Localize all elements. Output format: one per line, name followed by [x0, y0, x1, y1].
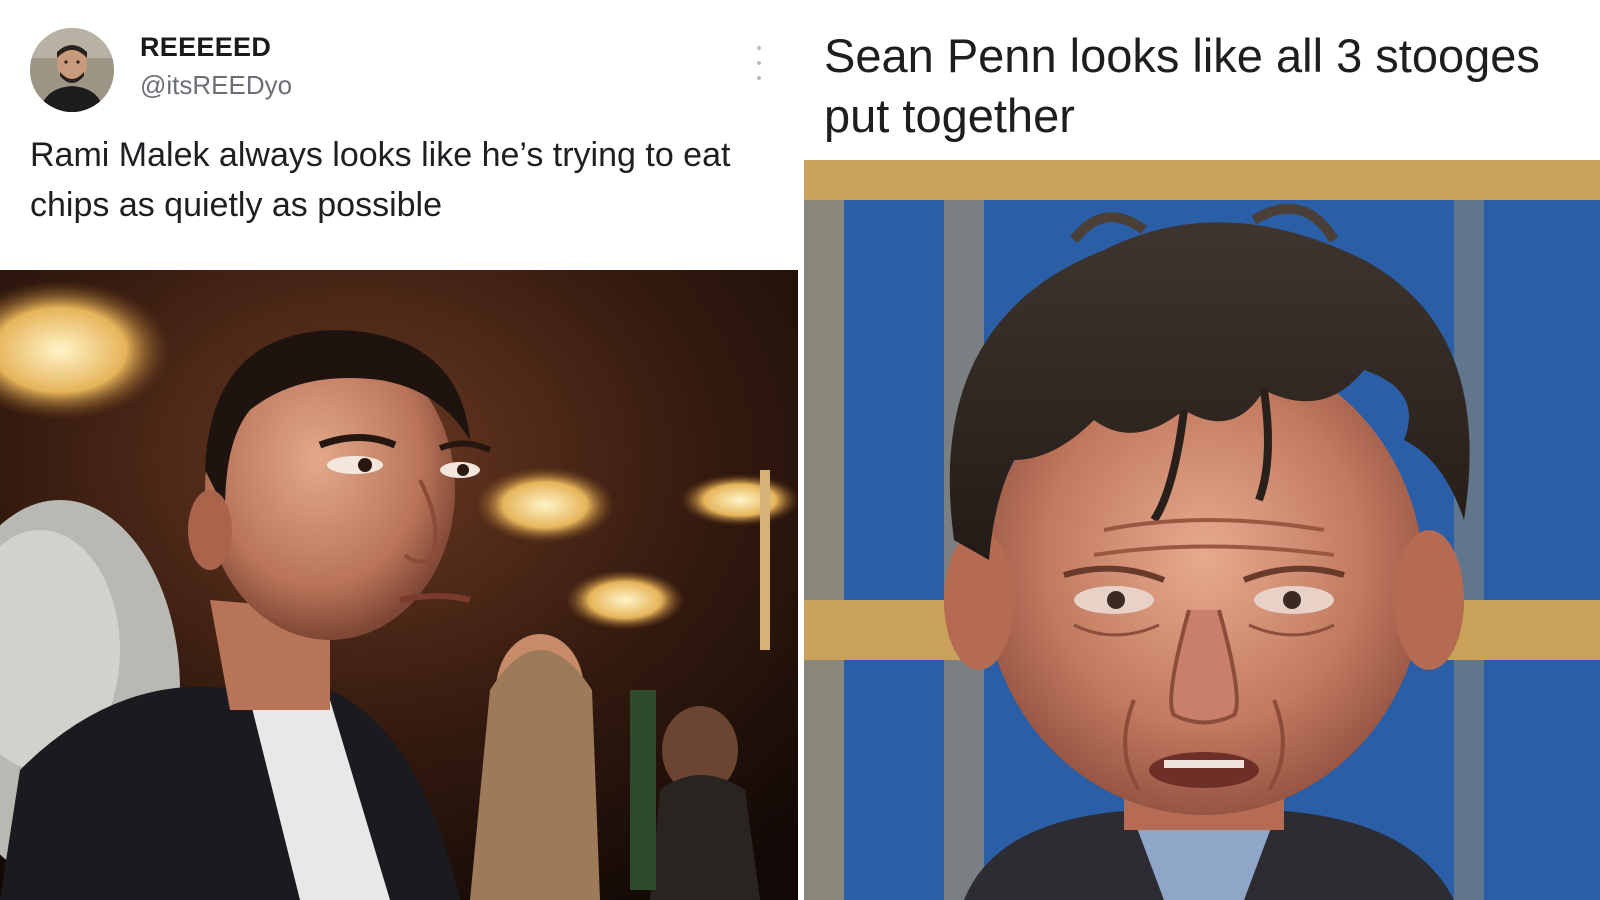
tweet-text: Rami Malek always looks like he’s trying…: [30, 136, 731, 224]
photo-icon: [804, 160, 1600, 900]
tweet-photo: [0, 270, 798, 900]
right-panel: Sean Penn looks like all 3 stooges put t…: [804, 0, 1600, 900]
avatar[interactable]: [30, 28, 114, 112]
left-panel: REEEEED @itsREEDyo Rami Malek always loo…: [0, 0, 798, 900]
more-vertical-icon[interactable]: [748, 46, 770, 80]
meme-photo: [804, 160, 1600, 900]
display-name[interactable]: REEEEED: [140, 32, 271, 63]
photo-icon: [0, 270, 798, 900]
meme-collage: REEEEED @itsREEDyo Rami Malek always loo…: [0, 0, 1600, 900]
user-avatar-icon: [30, 28, 114, 112]
tweet-header: REEEEED @itsREEDyo: [30, 28, 770, 112]
meme-caption: Sean Penn looks like all 3 stooges put t…: [824, 29, 1540, 142]
user-handle[interactable]: @itsREEDyo: [140, 70, 292, 101]
